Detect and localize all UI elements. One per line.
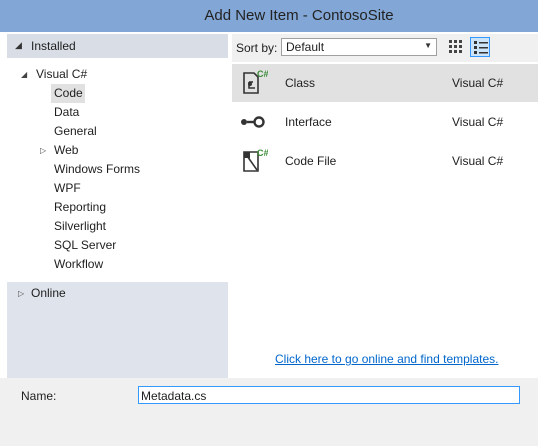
template-language: Visual C# xyxy=(452,115,504,129)
code-file-icon: C# xyxy=(243,148,268,172)
tree-item-label: Reporting xyxy=(54,200,107,214)
tree-item-visual-csharp[interactable]: ◢ Visual C# xyxy=(7,65,228,84)
tree-item-wpf[interactable]: WPF xyxy=(54,179,81,198)
svg-text:C#: C# xyxy=(257,69,268,79)
medium-icons-view-button[interactable] xyxy=(446,37,466,57)
sort-by-dropdown[interactable]: Default ▼ xyxy=(281,38,437,56)
online-label: Online xyxy=(31,286,66,300)
tree-item-label: Code xyxy=(54,86,83,100)
title-bar: Add New Item - ContosoSite xyxy=(0,0,538,32)
expanded-arrow-icon[interactable]: ◢ xyxy=(21,65,27,84)
grid-view-icon xyxy=(449,40,462,53)
sort-by-value: Default xyxy=(286,40,325,54)
tree-item-windows-forms[interactable]: Windows Forms xyxy=(54,160,140,179)
tree-item-data[interactable]: Data xyxy=(54,103,79,122)
template-language: Visual C# xyxy=(452,76,504,90)
tree-item-sql-server[interactable]: SQL Server xyxy=(54,236,116,255)
collapse-arrow-icon[interactable]: ◢ xyxy=(15,40,22,51)
sort-toolbar: Sort by: Default ▼ xyxy=(232,34,538,62)
online-section[interactable]: ▷ Online xyxy=(7,282,228,380)
window-title: Add New Item - ContosoSite xyxy=(204,7,394,24)
sort-by-label: Sort by: xyxy=(236,41,278,55)
tree-item-label: General xyxy=(54,124,97,138)
tree-item-label: WPF xyxy=(54,181,81,195)
installed-label: Installed xyxy=(31,39,76,53)
template-item-interface[interactable]: Interface Visual C# xyxy=(232,103,538,141)
name-input-value: Metadata.cs xyxy=(141,389,207,403)
template-name: Class xyxy=(285,76,316,90)
tree-item-workflow[interactable]: Workflow xyxy=(54,255,103,274)
dropdown-arrow-icon: ▼ xyxy=(424,41,432,50)
tree-item-silverlight[interactable]: Silverlight xyxy=(54,217,106,236)
template-name: Interface xyxy=(285,115,332,129)
tree-item-label: Data xyxy=(54,105,80,119)
tree-item-web[interactable]: ▷ Web xyxy=(40,141,220,160)
tree-item-label: SQL Server xyxy=(54,238,117,252)
collapsed-arrow-icon[interactable]: ▷ xyxy=(40,141,46,160)
name-label: Name: xyxy=(21,389,57,403)
list-view-button[interactable] xyxy=(470,37,490,57)
tree-item-code[interactable]: Code xyxy=(51,84,85,103)
template-item-class[interactable]: C# Class Visual C# xyxy=(232,64,538,102)
tree-item-general[interactable]: General xyxy=(54,122,97,141)
installed-section-header[interactable]: ◢ Installed xyxy=(7,34,228,58)
tree-item-reporting[interactable]: Reporting xyxy=(54,198,106,217)
tree-item-label: Windows Forms xyxy=(54,162,141,176)
svg-text:C#: C# xyxy=(257,148,268,158)
tree-item-label: Workflow xyxy=(54,257,104,271)
collapsed-arrow-icon[interactable]: ▷ xyxy=(18,284,24,303)
template-item-code-file[interactable]: C# Code File Visual C# xyxy=(232,142,538,180)
tree-item-label: Visual C# xyxy=(36,67,88,81)
tree-item-label: Silverlight xyxy=(54,219,107,233)
list-view-icon xyxy=(474,41,488,54)
template-name: Code File xyxy=(285,154,337,168)
template-language: Visual C# xyxy=(452,154,504,168)
class-icon: C# xyxy=(243,69,268,94)
find-online-templates-link[interactable]: Click here to go online and find templat… xyxy=(275,352,498,366)
name-input[interactable]: Metadata.cs xyxy=(138,386,520,404)
tree-item-label: Web xyxy=(54,143,79,157)
interface-icon xyxy=(241,116,265,128)
